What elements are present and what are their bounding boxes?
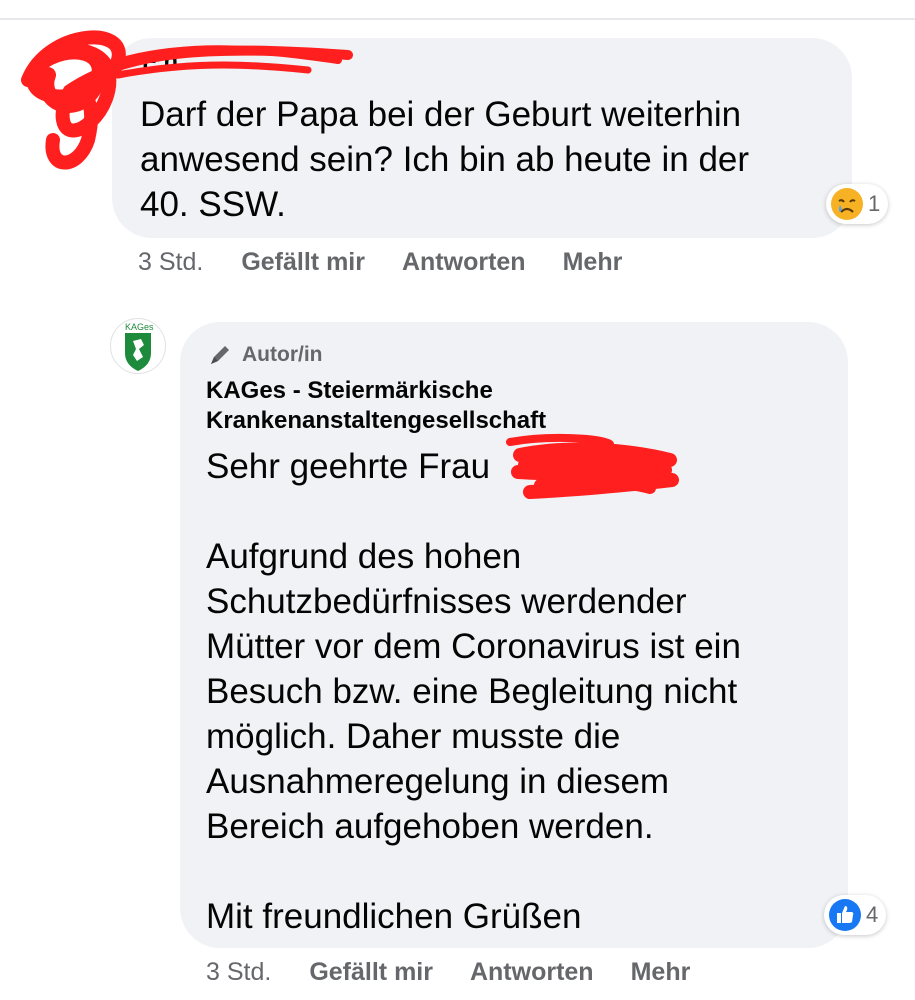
author-badge: Autor/in [206,340,828,370]
avatar-logo-text: KAGes [125,322,154,332]
like-button[interactable]: Gefällt mir [241,248,365,277]
reply-button[interactable]: Antworten [470,958,594,987]
reaction-count: 1 [868,191,881,216]
reply-author[interactable]: KAGes - Steiermärkische Krankenanstalten… [206,376,626,436]
thumbs-up-icon [829,899,861,931]
more-button[interactable]: Mehr [563,248,623,277]
reply-bubble[interactable]: Autor/in KAGes - Steiermärkische Kranken… [180,322,848,948]
kages-logo-icon: KAGes [125,322,154,371]
comment-thread: F n Darf der Papa bei der Geburt weiterh… [0,0,915,1000]
reply-text: Aufgrund des hohen Schutzbedürfnisses we… [206,537,741,936]
reply-button[interactable]: Antworten [402,248,526,277]
reaction-count: 4 [866,902,879,927]
redaction-scribble [21,30,353,170]
avatar[interactable]: KAGes [110,318,166,374]
top-divider [0,0,915,20]
sad-face-icon [831,188,863,220]
comment-actions: 3 Std. Gefällt mir Antworten Mehr [138,248,659,277]
redaction-scribble [506,433,679,499]
comment-timestamp[interactable]: 3 Std. [138,248,203,277]
more-button[interactable]: Mehr [631,958,691,987]
reaction-summary[interactable]: 1 [826,184,889,224]
author-badge-label: Autor/in [242,343,323,366]
like-button[interactable]: Gefällt mir [309,958,433,987]
reply-timestamp[interactable]: 3 Std. [206,958,271,987]
reaction-summary[interactable]: 4 [824,895,887,935]
pen-icon [211,346,229,364]
reply-actions: 3 Std. Gefällt mir Antworten Mehr [206,958,727,987]
